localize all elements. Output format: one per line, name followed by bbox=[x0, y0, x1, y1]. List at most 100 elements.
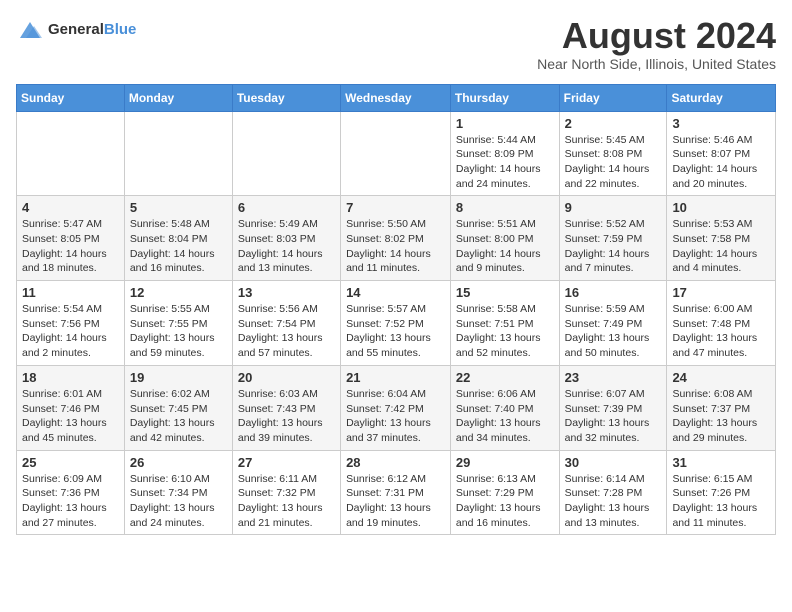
day-info-line: Sunset: 7:42 PM bbox=[346, 403, 424, 415]
day-number: 30 bbox=[565, 455, 662, 470]
day-number: 10 bbox=[672, 200, 770, 215]
calendar-cell: 17 Sunrise: 6:00 AMSunset: 7:48 PMDayligh… bbox=[667, 281, 776, 366]
day-number: 5 bbox=[130, 200, 227, 215]
day-info-line: Sunrise: 5:50 AM bbox=[346, 218, 426, 230]
day-info-line: Sunset: 7:52 PM bbox=[346, 318, 424, 330]
day-number: 28 bbox=[346, 455, 445, 470]
calendar-week: 11Sunrise: 5:54 AMSunset: 7:56 PMDayligh… bbox=[17, 281, 776, 366]
day-info: Sunrise: 5:45 AMSunset: 8:08 PMDaylight:… bbox=[565, 133, 662, 192]
calendar-week: 4Sunrise: 5:47 AMSunset: 8:05 PMDaylight… bbox=[17, 196, 776, 281]
day-info: Sunrise: 6:02 AMSunset: 7:45 PMDaylight:… bbox=[130, 387, 227, 446]
calendar-cell: 13Sunrise: 5:56 AMSunset: 7:54 PMDayligh… bbox=[232, 281, 340, 366]
day-info: Sunrise: 5:46 AMSunset: 8:07 PMDaylight:… bbox=[672, 133, 770, 192]
day-info-line: Daylight: 14 hours and 18 minutes. bbox=[22, 248, 107, 275]
day-info: Sunrise: 5:57 AMSunset: 7:52 PMDaylight:… bbox=[346, 302, 445, 361]
day-info-line: Sunset: 7:56 PM bbox=[22, 318, 100, 330]
calendar-cell: 11Sunrise: 5:54 AMSunset: 7:56 PMDayligh… bbox=[17, 281, 125, 366]
day-info-line: Sunrise: 5:48 AM bbox=[130, 218, 210, 230]
day-info: Sunrise: 5:44 AMSunset: 8:09 PMDaylight:… bbox=[456, 133, 554, 192]
day-number: 17 bbox=[672, 285, 770, 300]
day-info-line: Daylight: 13 hours and 27 minutes. bbox=[22, 502, 107, 529]
day-info-line: Sunset: 7:55 PM bbox=[130, 318, 208, 330]
day-number: 14 bbox=[346, 285, 445, 300]
day-info: Sunrise: 6:07 AMSunset: 7:39 PMDaylight:… bbox=[565, 387, 662, 446]
calendar-cell: 10 Sunrise: 5:53 AMSunset: 7:58 PMDayligh… bbox=[667, 196, 776, 281]
day-number: 7 bbox=[346, 200, 445, 215]
calendar-cell bbox=[124, 111, 232, 196]
weekday-header: Saturday bbox=[667, 84, 776, 111]
header: GeneralBlue August 2024 Near North Side,… bbox=[16, 16, 776, 72]
day-info: Sunrise: 6:09 AMSunset: 7:36 PMDaylight:… bbox=[22, 472, 119, 531]
day-info-line: Sunrise: 5:46 AM bbox=[672, 134, 752, 146]
day-info: Sunrise: 5:53 AMSunset: 7:58 PMDaylight:… bbox=[672, 217, 770, 276]
day-info: Sunrise: 6:13 AMSunset: 7:29 PMDaylight:… bbox=[456, 472, 554, 531]
day-info-line: Daylight: 14 hours and 11 minutes. bbox=[346, 248, 431, 275]
day-info: Sunrise: 5:49 AMSunset: 8:03 PMDaylight:… bbox=[238, 217, 335, 276]
day-info-line: Sunset: 7:39 PM bbox=[565, 403, 643, 415]
calendar-cell bbox=[17, 111, 125, 196]
day-info-line: Sunrise: 6:04 AM bbox=[346, 388, 426, 400]
day-info-line: Daylight: 14 hours and 22 minutes. bbox=[565, 163, 650, 190]
day-info-line: Daylight: 13 hours and 47 minutes. bbox=[672, 332, 757, 359]
calendar-title: August 2024 bbox=[537, 16, 776, 56]
day-number: 9 bbox=[565, 200, 662, 215]
day-info-line: Daylight: 14 hours and 16 minutes. bbox=[130, 248, 215, 275]
day-info: Sunrise: 5:50 AMSunset: 8:02 PMDaylight:… bbox=[346, 217, 445, 276]
day-info: Sunrise: 6:04 AMSunset: 7:42 PMDaylight:… bbox=[346, 387, 445, 446]
calendar-header: SundayMondayTuesdayWednesdayThursdayFrid… bbox=[17, 84, 776, 111]
day-info-line: Daylight: 13 hours and 24 minutes. bbox=[130, 502, 215, 529]
day-number: 21 bbox=[346, 370, 445, 385]
day-info-line: Sunset: 7:51 PM bbox=[456, 318, 534, 330]
day-info-line: Sunrise: 6:12 AM bbox=[346, 473, 426, 485]
day-info: Sunrise: 5:48 AMSunset: 8:04 PMDaylight:… bbox=[130, 217, 227, 276]
day-number: 23 bbox=[565, 370, 662, 385]
day-info-line: Sunset: 7:43 PM bbox=[238, 403, 316, 415]
day-info-line: Sunrise: 6:09 AM bbox=[22, 473, 102, 485]
day-info-line: Sunrise: 6:14 AM bbox=[565, 473, 645, 485]
day-number: 27 bbox=[238, 455, 335, 470]
day-info-line: Sunrise: 6:13 AM bbox=[456, 473, 536, 485]
day-info: Sunrise: 6:15 AMSunset: 7:26 PMDaylight:… bbox=[672, 472, 770, 531]
day-info-line: Sunset: 7:49 PM bbox=[565, 318, 643, 330]
day-info-line: Sunset: 8:08 PM bbox=[565, 148, 643, 160]
day-info-line: Sunset: 7:48 PM bbox=[672, 318, 750, 330]
day-number: 16 bbox=[565, 285, 662, 300]
calendar-cell: 3Sunrise: 5:46 AMSunset: 8:07 PMDaylight… bbox=[667, 111, 776, 196]
day-info-line: Sunrise: 6:15 AM bbox=[672, 473, 752, 485]
calendar-week: 25Sunrise: 6:09 AMSunset: 7:36 PMDayligh… bbox=[17, 450, 776, 535]
calendar-cell: 4Sunrise: 5:47 AMSunset: 8:05 PMDaylight… bbox=[17, 196, 125, 281]
day-info: Sunrise: 6:01 AMSunset: 7:46 PMDaylight:… bbox=[22, 387, 119, 446]
day-number: 1 bbox=[456, 116, 554, 131]
day-info-line: Daylight: 13 hours and 29 minutes. bbox=[672, 417, 757, 444]
day-info: Sunrise: 6:00 AMSunset: 7:48 PMDaylight:… bbox=[672, 302, 770, 361]
day-info-line: Daylight: 13 hours and 13 minutes. bbox=[565, 502, 650, 529]
day-number: 31 bbox=[672, 455, 770, 470]
day-info-line: Daylight: 13 hours and 50 minutes. bbox=[565, 332, 650, 359]
day-info-line: Daylight: 13 hours and 57 minutes. bbox=[238, 332, 323, 359]
day-info: Sunrise: 6:03 AMSunset: 7:43 PMDaylight:… bbox=[238, 387, 335, 446]
day-info-line: Sunrise: 5:56 AM bbox=[238, 303, 318, 315]
day-info: Sunrise: 5:58 AMSunset: 7:51 PMDaylight:… bbox=[456, 302, 554, 361]
weekday-header: Friday bbox=[559, 84, 667, 111]
day-info-line: Sunset: 7:45 PM bbox=[130, 403, 208, 415]
day-info-line: Sunset: 7:58 PM bbox=[672, 233, 750, 245]
calendar-cell: 5 Sunrise: 5:48 AMSunset: 8:04 PMDaylight… bbox=[124, 196, 232, 281]
day-info-line: Sunset: 8:09 PM bbox=[456, 148, 534, 160]
day-info-line: Daylight: 14 hours and 20 minutes. bbox=[672, 163, 757, 190]
day-info-line: Sunrise: 5:52 AM bbox=[565, 218, 645, 230]
day-number: 12 bbox=[130, 285, 227, 300]
calendar-cell: 6Sunrise: 5:49 AMSunset: 8:03 PMDaylight… bbox=[232, 196, 340, 281]
day-info-line: Daylight: 13 hours and 21 minutes. bbox=[238, 502, 323, 529]
day-info-line: Daylight: 14 hours and 24 minutes. bbox=[456, 163, 541, 190]
day-info-line: Daylight: 13 hours and 42 minutes. bbox=[130, 417, 215, 444]
day-info-line: Sunrise: 6:10 AM bbox=[130, 473, 210, 485]
calendar-cell: 2Sunrise: 5:45 AMSunset: 8:08 PMDaylight… bbox=[559, 111, 667, 196]
day-info: Sunrise: 6:08 AMSunset: 7:37 PMDaylight:… bbox=[672, 387, 770, 446]
day-info-line: Daylight: 14 hours and 7 minutes. bbox=[565, 248, 650, 275]
calendar-cell: 27Sunrise: 6:11 AMSunset: 7:32 PMDayligh… bbox=[232, 450, 340, 535]
day-info-line: Sunrise: 5:57 AM bbox=[346, 303, 426, 315]
day-info-line: Sunrise: 6:11 AM bbox=[238, 473, 317, 485]
day-number: 4 bbox=[22, 200, 119, 215]
day-info-line: Sunrise: 5:59 AM bbox=[565, 303, 645, 315]
day-info-line: Sunset: 7:46 PM bbox=[22, 403, 100, 415]
